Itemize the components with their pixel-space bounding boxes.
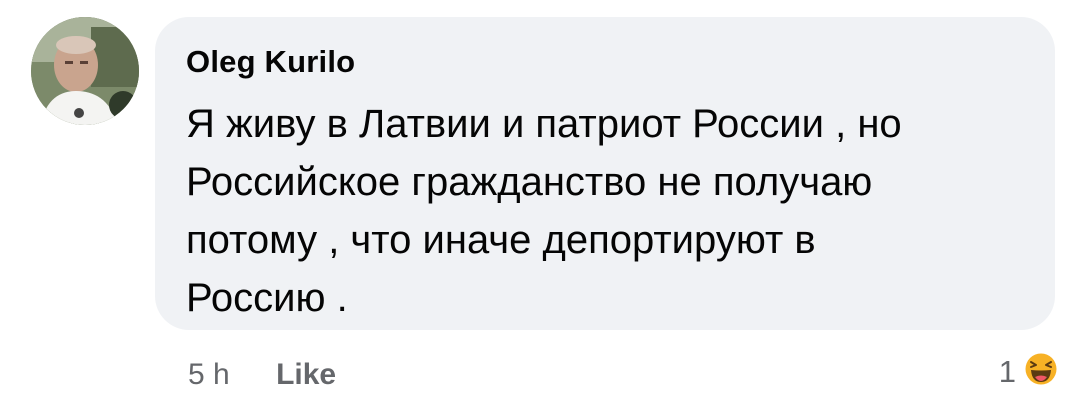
- avatar[interactable]: [31, 17, 139, 125]
- reaction-count: 1: [998, 353, 1016, 389]
- comment-meta: 5 h Like: [188, 358, 336, 392]
- comment-text-line: Россию .: [186, 276, 348, 320]
- comment-author-name[interactable]: Oleg Kurilo: [186, 44, 355, 80]
- haha-icon: [1022, 350, 1060, 393]
- comment-timestamp[interactable]: 5 h: [188, 358, 230, 391]
- reaction-summary[interactable]: 1: [999, 350, 1060, 393]
- like-button[interactable]: Like: [276, 358, 336, 391]
- comment: Oleg Kurilo Я живу в Латвии и патриот Ро…: [0, 0, 1088, 415]
- comment-text-line: потому , что иначе депортируют в: [186, 218, 816, 262]
- comment-text: Я живу в Латвии и патриот России , но Ро…: [186, 95, 1036, 327]
- comment-text-line: Я живу в Латвии и патриот России , но: [186, 102, 902, 146]
- comment-text-line: Российское гражданство не получаю: [186, 160, 873, 204]
